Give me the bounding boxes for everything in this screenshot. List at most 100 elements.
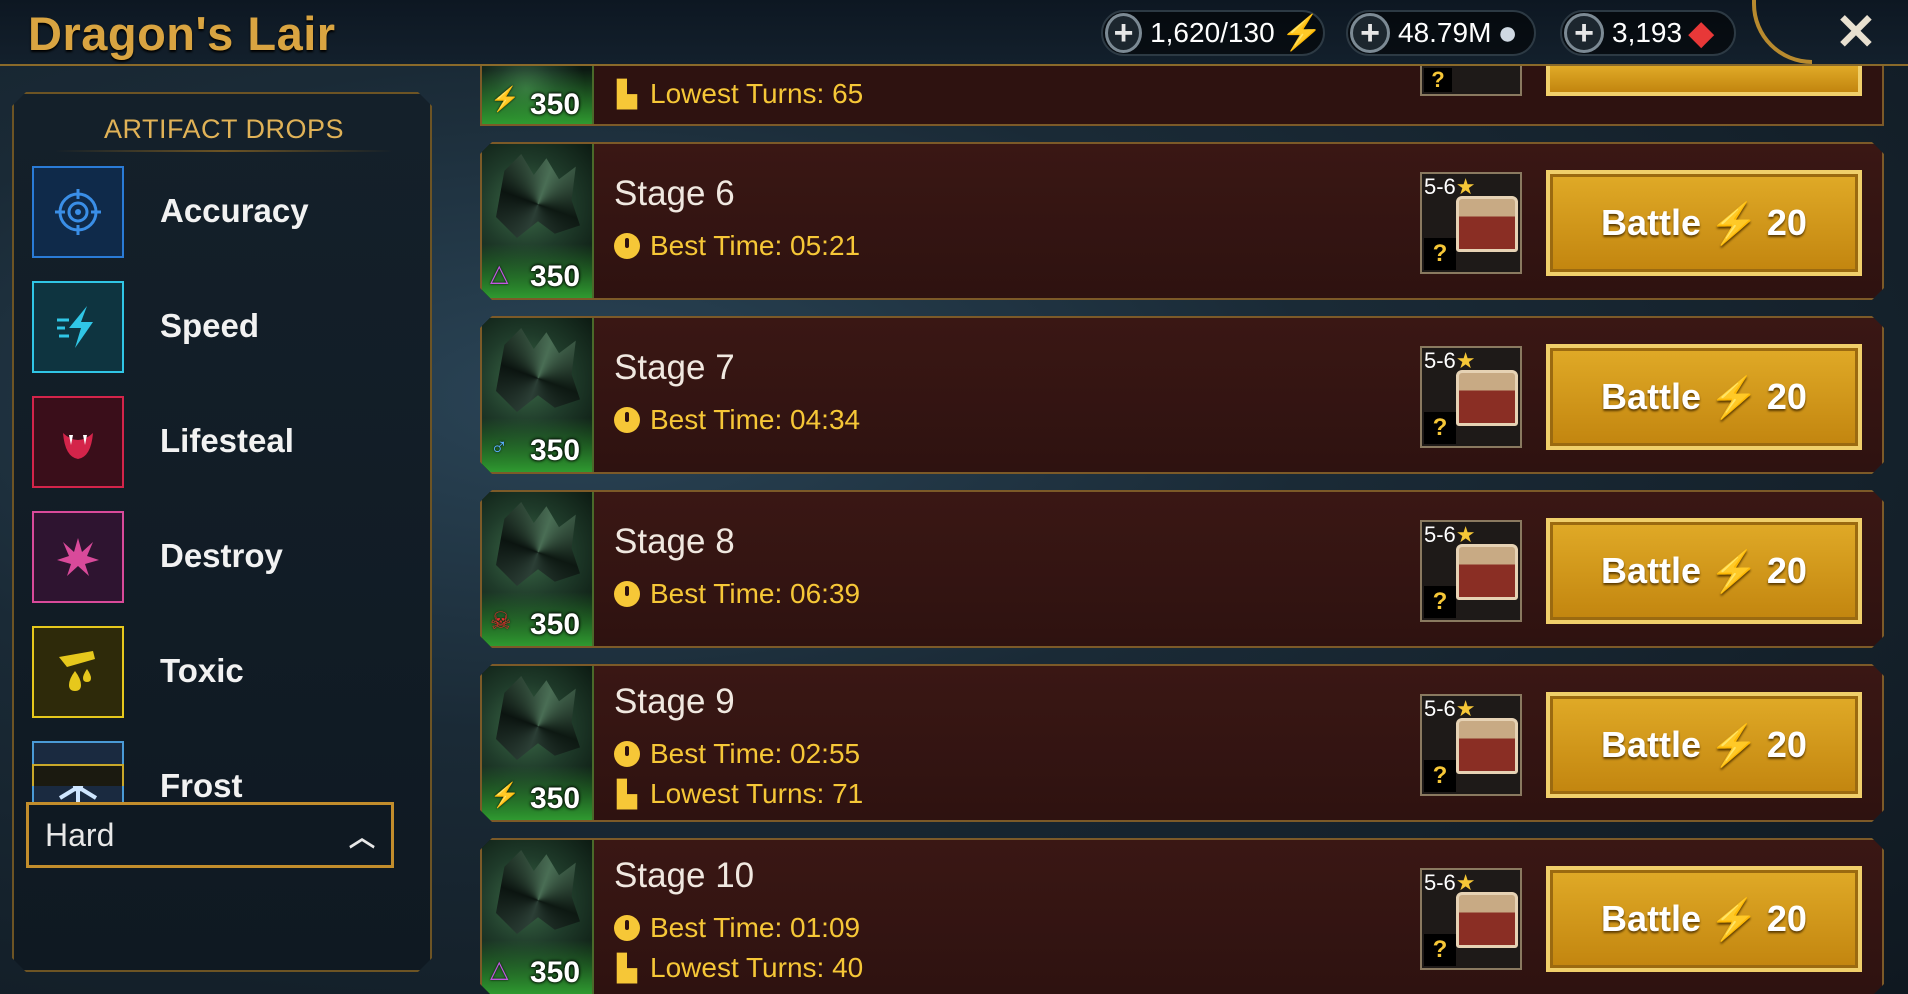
artifact-drop-lifesteal[interactable]: Lifesteal bbox=[32, 396, 392, 492]
reward-chest[interactable]: 5-6★ ? bbox=[1420, 172, 1522, 274]
best-time: Best Time: 05:21 bbox=[614, 230, 860, 262]
lifesteal-icon bbox=[32, 396, 124, 488]
difficulty-dropdown[interactable]: Hard ︿ bbox=[26, 802, 394, 868]
silver-resource: + 48.79M ● bbox=[1346, 10, 1536, 56]
chevron-up-icon: ︿ bbox=[348, 821, 375, 852]
battle-label: Battle bbox=[1601, 202, 1702, 243]
dragon-head bbox=[496, 154, 580, 238]
affinity-magic-icon: △ bbox=[490, 956, 509, 983]
chest-icon bbox=[1456, 370, 1518, 426]
destroy-icon bbox=[32, 511, 124, 603]
chest-icon bbox=[1456, 718, 1518, 774]
energy-icon: ⚡ bbox=[1709, 549, 1759, 594]
question-icon: ? bbox=[1424, 238, 1456, 270]
question-icon: ? bbox=[1424, 934, 1456, 966]
boss-level: 350 bbox=[530, 260, 581, 293]
stage-row: ☠ 350 Stage 8 Best Time: 06:39 5-6★ ? Ba… bbox=[480, 490, 1884, 648]
best-time: Best Time: 01:09 bbox=[614, 912, 860, 944]
toxic-icon bbox=[32, 626, 124, 718]
artifact-drop-toxic[interactable]: Toxic bbox=[32, 626, 392, 722]
battle-label: Battle bbox=[1601, 898, 1702, 939]
best-time: Best Time: 04:34 bbox=[614, 404, 860, 436]
stage-name: Stage 8 bbox=[614, 522, 735, 561]
stage-name: Stage 10 bbox=[614, 856, 755, 895]
energy-icon: ⚡ bbox=[1709, 375, 1759, 420]
stage-row: △ 350 Stage 10 Best Time: 01:09 ▙ Lowest… bbox=[480, 838, 1884, 994]
question-icon: ? bbox=[1424, 412, 1456, 444]
reward-chest[interactable]: 5-6★ ? bbox=[1420, 868, 1522, 970]
artifact-drops-title: ARTIFACT DROPS bbox=[103, 114, 345, 144]
artifact-drop-label: Destroy bbox=[160, 537, 283, 574]
dragon-head bbox=[496, 676, 580, 760]
boss-level: 350 bbox=[530, 434, 581, 467]
artifact-drop-speed[interactable]: Speed bbox=[32, 281, 392, 377]
question-icon: ? bbox=[1424, 68, 1452, 92]
stage-row: ♂ 350 Stage 7 Best Time: 04:34 5-6★ ? Ba… bbox=[480, 316, 1884, 474]
battle-label: Battle bbox=[1601, 376, 1702, 417]
reward-chest[interactable]: 5-6★ ? bbox=[1420, 694, 1522, 796]
turns-icon: ▙ bbox=[617, 79, 637, 109]
stage-name: Stage 6 bbox=[614, 174, 735, 213]
best-time: Best Time: 02:55 bbox=[614, 738, 860, 770]
reward-chest[interactable]: 5-6★ ? bbox=[1420, 520, 1522, 622]
battle-button[interactable]: Battle ⚡ 20 bbox=[1546, 518, 1862, 624]
decorative-curve bbox=[1752, 0, 1812, 64]
artifact-drop-destroy[interactable]: Destroy bbox=[32, 511, 392, 607]
artifact-drop-accuracy[interactable]: Accuracy bbox=[32, 166, 392, 262]
chest-icon bbox=[1456, 892, 1518, 948]
silver-coin-icon: ● bbox=[1497, 13, 1518, 52]
clock-icon bbox=[614, 915, 640, 941]
gems-value: 3,193 bbox=[1612, 17, 1683, 48]
battle-cost: 20 bbox=[1766, 550, 1807, 591]
lowest-turns: ▙ Lowest Turns: 40 bbox=[614, 952, 863, 984]
energy-icon: ⚡ bbox=[1280, 14, 1323, 52]
add-silver-button[interactable]: + bbox=[1350, 13, 1390, 53]
stage-name: Stage 7 bbox=[614, 348, 735, 387]
battle-button[interactable]: Battle ⚡ 20 bbox=[1546, 692, 1862, 798]
stage-row: ⚡ 350 Stage 9 Best Time: 02:55 ▙ Lowest … bbox=[480, 664, 1884, 822]
energy-resource: + 1,620/130 ⚡ bbox=[1101, 10, 1325, 56]
turns-icon: ▙ bbox=[617, 779, 637, 809]
battle-button[interactable]: Battle ⚡ 20 bbox=[1546, 866, 1862, 972]
gems-resource: + 3,193 ◆ bbox=[1560, 10, 1736, 56]
boss-portrait: ⚡ 350 bbox=[482, 666, 594, 820]
boss-portrait: △ 350 bbox=[482, 144, 594, 298]
chest-icon bbox=[1456, 544, 1518, 600]
stage-row-partial: ⚡ 350 ▙ Lowest Turns: 65 ? bbox=[480, 66, 1884, 126]
boss-portrait: △ 350 bbox=[482, 840, 594, 994]
title-divider bbox=[54, 150, 394, 152]
boss-portrait: ⚡ 350 bbox=[482, 66, 594, 124]
artifact-drop-label: Accuracy bbox=[160, 192, 309, 229]
boss-portrait: ♂ 350 bbox=[482, 318, 594, 472]
add-energy-button[interactable]: + bbox=[1105, 13, 1143, 53]
battle-button[interactable]: Battle ⚡ 20 bbox=[1546, 170, 1862, 276]
affinity-void-icon: ⚡ bbox=[490, 86, 520, 113]
battle-button[interactable]: Battle ⚡ 20 bbox=[1546, 344, 1862, 450]
chest-icon bbox=[1456, 196, 1518, 252]
dragon-head bbox=[496, 850, 580, 934]
battle-button-partial[interactable] bbox=[1546, 66, 1862, 96]
boss-level: 350 bbox=[530, 608, 581, 641]
artifact-drop-label: Lifesteal bbox=[160, 422, 294, 459]
energy-icon: ⚡ bbox=[1709, 201, 1759, 246]
silver-value: 48.79M bbox=[1398, 17, 1492, 48]
turns-icon: ▙ bbox=[617, 953, 637, 983]
best-time: Best Time: 06:39 bbox=[614, 578, 860, 610]
stage-row: △ 350 Stage 6 Best Time: 05:21 5-6★ ? Ba… bbox=[480, 142, 1884, 300]
clock-icon bbox=[614, 233, 640, 259]
battle-cost: 20 bbox=[1766, 898, 1807, 939]
energy-value: 1,620/130 bbox=[1150, 17, 1275, 48]
reward-chest[interactable]: 5-6★ ? bbox=[1420, 346, 1522, 448]
close-button[interactable]: ✕ bbox=[1826, 4, 1886, 60]
boss-level: 350 bbox=[530, 782, 581, 815]
clock-icon bbox=[614, 741, 640, 767]
lowest-turns: ▙ Lowest Turns: 65 bbox=[614, 78, 863, 110]
affinity-spirit-icon: ♂ bbox=[490, 434, 508, 461]
artifact-drop-label: Toxic bbox=[160, 652, 244, 689]
artifact-drop-label: Speed bbox=[160, 307, 260, 344]
speed-icon bbox=[32, 281, 124, 373]
question-icon: ? bbox=[1424, 760, 1456, 792]
reward-chest-partial[interactable]: ? bbox=[1420, 66, 1522, 96]
battle-label: Battle bbox=[1601, 550, 1702, 591]
add-gems-button[interactable]: + bbox=[1564, 13, 1604, 53]
